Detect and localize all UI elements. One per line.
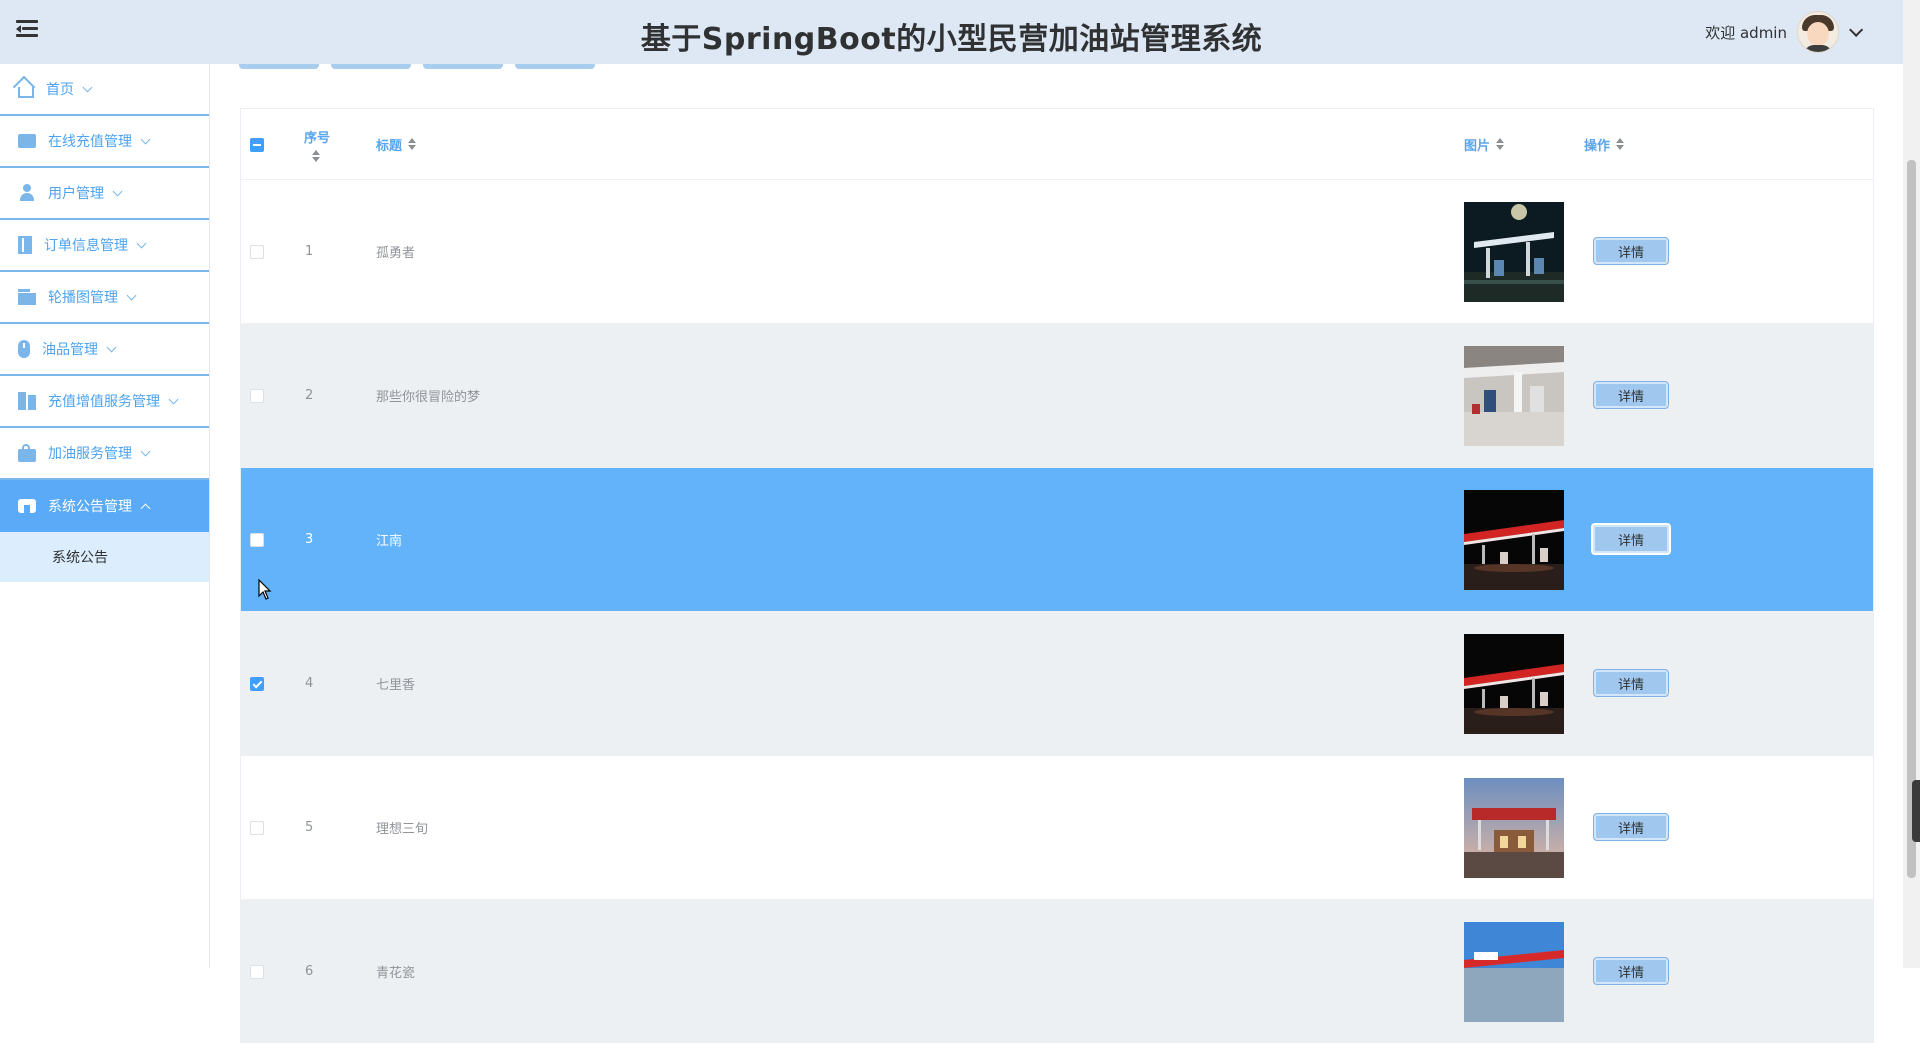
gas-station-night-photo[interactable] [1464, 202, 1564, 302]
row-index: 2 [305, 388, 314, 403]
row-title: 江南 [376, 534, 403, 549]
briefcase-icon [18, 134, 36, 148]
avatar[interactable] [1797, 11, 1839, 53]
row-checkbox[interactable] [250, 677, 264, 691]
sidebar-item-value-added[interactable]: 充值增值服务管理 [0, 376, 209, 428]
book-icon [18, 236, 32, 254]
row-title: 七里香 [376, 678, 416, 693]
sidebar-item-label: 订单信息管理 [44, 238, 128, 254]
row-title: 孤勇者 [376, 246, 416, 261]
detail-button[interactable]: 详情 [1593, 237, 1669, 265]
detail-button[interactable]: 详情 [1593, 381, 1669, 409]
sidebar-item-label: 在线充值管理 [48, 134, 132, 150]
home-icon [18, 87, 34, 98]
sidebar-item-users[interactable]: 用户管理 [0, 168, 209, 220]
page-title: 基于SpringBoot的小型民营加油站管理系统 [640, 22, 1263, 57]
sidebar-item-online-recharge[interactable]: 在线充值管理 [0, 116, 209, 168]
sidebar-item-label: 轮播图管理 [48, 290, 118, 306]
sort-icon[interactable] [1616, 138, 1625, 150]
sidebar-item-carousel[interactable]: 轮播图管理 [0, 272, 209, 324]
chevron-down-icon [140, 134, 151, 144]
select-all-checkbox[interactable] [250, 138, 264, 152]
row-checkbox[interactable] [250, 965, 264, 979]
top-header: 基于SpringBoot的小型民营加油站管理系统 欢迎 admin [0, 0, 1903, 64]
welcome-text: 欢迎 admin [1705, 23, 1787, 42]
sidebar-item-label: 加油服务管理 [48, 446, 132, 462]
row-checkbox[interactable] [250, 533, 264, 547]
sidebar-item-label: 用户管理 [48, 186, 104, 202]
detail-button[interactable]: 详情 [1593, 813, 1669, 841]
side-panel-handle[interactable] [1912, 780, 1920, 842]
table-row[interactable]: 4 七里香 详情 [241, 611, 1873, 755]
row-checkbox[interactable] [250, 245, 264, 259]
chevron-down-icon [140, 446, 151, 456]
sidebar-item-label: 充值增值服务管理 [48, 394, 160, 410]
row-checkbox[interactable] [250, 389, 264, 403]
table-row[interactable]: 2 那些你很冒险的梦 详情 [241, 323, 1873, 467]
sidebar-item-label: 首页 [46, 82, 74, 98]
chevron-down-icon [112, 186, 123, 196]
gas-station-blue-sky-photo[interactable] [1464, 922, 1564, 1022]
gas-station-red-canopy-photo[interactable] [1464, 634, 1564, 734]
row-title: 青花瓷 [376, 966, 416, 981]
table-header: 序号 标题 图片 操作 [241, 109, 1873, 179]
scrollbar-thumb[interactable] [1907, 160, 1916, 878]
detail-button[interactable]: 详情 [1593, 669, 1669, 697]
row-index: 1 [305, 244, 314, 259]
gas-station-dusk-photo[interactable] [1464, 778, 1564, 878]
table-row[interactable]: 1 孤勇者 详情 [241, 179, 1873, 323]
column-label: 标题 [376, 138, 403, 154]
detail-button[interactable]: 详情 [1593, 957, 1669, 985]
row-index: 3 [305, 532, 314, 547]
chevron-down-icon [126, 290, 137, 300]
table-row[interactable]: 5 理想三旬 详情 [241, 755, 1873, 899]
main-content: 序号 标题 图片 操作 1 孤勇者 详情 2 那些你很冒险的梦 详情 3 江南 … [210, 54, 1903, 1043]
sidebar-item-label: 油品管理 [42, 342, 98, 358]
sidebar-subitem-announcement[interactable]: 系统公告 [0, 532, 209, 582]
row-index: 6 [305, 964, 314, 979]
column-label: 序号 [304, 130, 331, 146]
row-index: 5 [305, 820, 314, 835]
sidebar-item-orders[interactable]: 订单信息管理 [0, 220, 209, 272]
sidebar-item-announcements[interactable]: 系统公告管理 [0, 480, 209, 532]
chevron-down-icon [82, 82, 93, 92]
gas-station-day-photo[interactable] [1464, 346, 1564, 446]
announcement-table: 序号 标题 图片 操作 1 孤勇者 详情 2 那些你很冒险的梦 详情 3 江南 … [240, 108, 1874, 1043]
table-row[interactable]: 3 江南 详情 [241, 467, 1873, 611]
column-label: 操作 [1584, 138, 1611, 154]
detail-button[interactable]: 详情 [1591, 523, 1671, 555]
row-title: 那些你很冒险的梦 [376, 390, 481, 405]
table-row[interactable]: 6 青花瓷 详情 [241, 899, 1873, 1043]
column-header-actions[interactable]: 操作 [1584, 109, 1625, 179]
column-header-title[interactable]: 标题 [376, 109, 417, 179]
row-index: 4 [305, 676, 314, 691]
user-icon [18, 184, 36, 202]
columns-icon [18, 392, 36, 410]
chevron-down-icon [106, 342, 117, 352]
gas-station-red-canopy-photo[interactable] [1464, 490, 1564, 590]
sort-icon[interactable] [1496, 138, 1505, 150]
sidebar: 首页 在线充值管理 用户管理 订单信息管理 轮播图管理 油品管理 充值增值服务管… [0, 64, 210, 968]
store-icon [18, 499, 36, 513]
chevron-down-icon [168, 394, 179, 404]
sidebar-item-home[interactable]: 首页 [0, 64, 209, 116]
sort-icon[interactable] [312, 149, 320, 162]
wallet-icon [18, 288, 36, 305]
row-title: 理想三旬 [376, 822, 429, 837]
chevron-down-icon [136, 238, 147, 248]
column-label: 图片 [1464, 138, 1491, 154]
column-header-image[interactable]: 图片 [1464, 109, 1505, 179]
sidebar-item-label: 系统公告管理 [48, 499, 132, 515]
sort-icon[interactable] [408, 138, 417, 150]
bag-icon [18, 443, 36, 462]
chevron-up-icon [140, 503, 151, 513]
sidebar-item-fuel-service[interactable]: 加油服务管理 [0, 428, 209, 480]
mouse-icon [18, 340, 30, 358]
user-menu[interactable]: 欢迎 admin [1705, 10, 1864, 54]
row-checkbox[interactable] [250, 821, 264, 835]
column-header-index[interactable]: 序号 [304, 109, 330, 179]
sidebar-item-oil-products[interactable]: 油品管理 [0, 324, 209, 376]
